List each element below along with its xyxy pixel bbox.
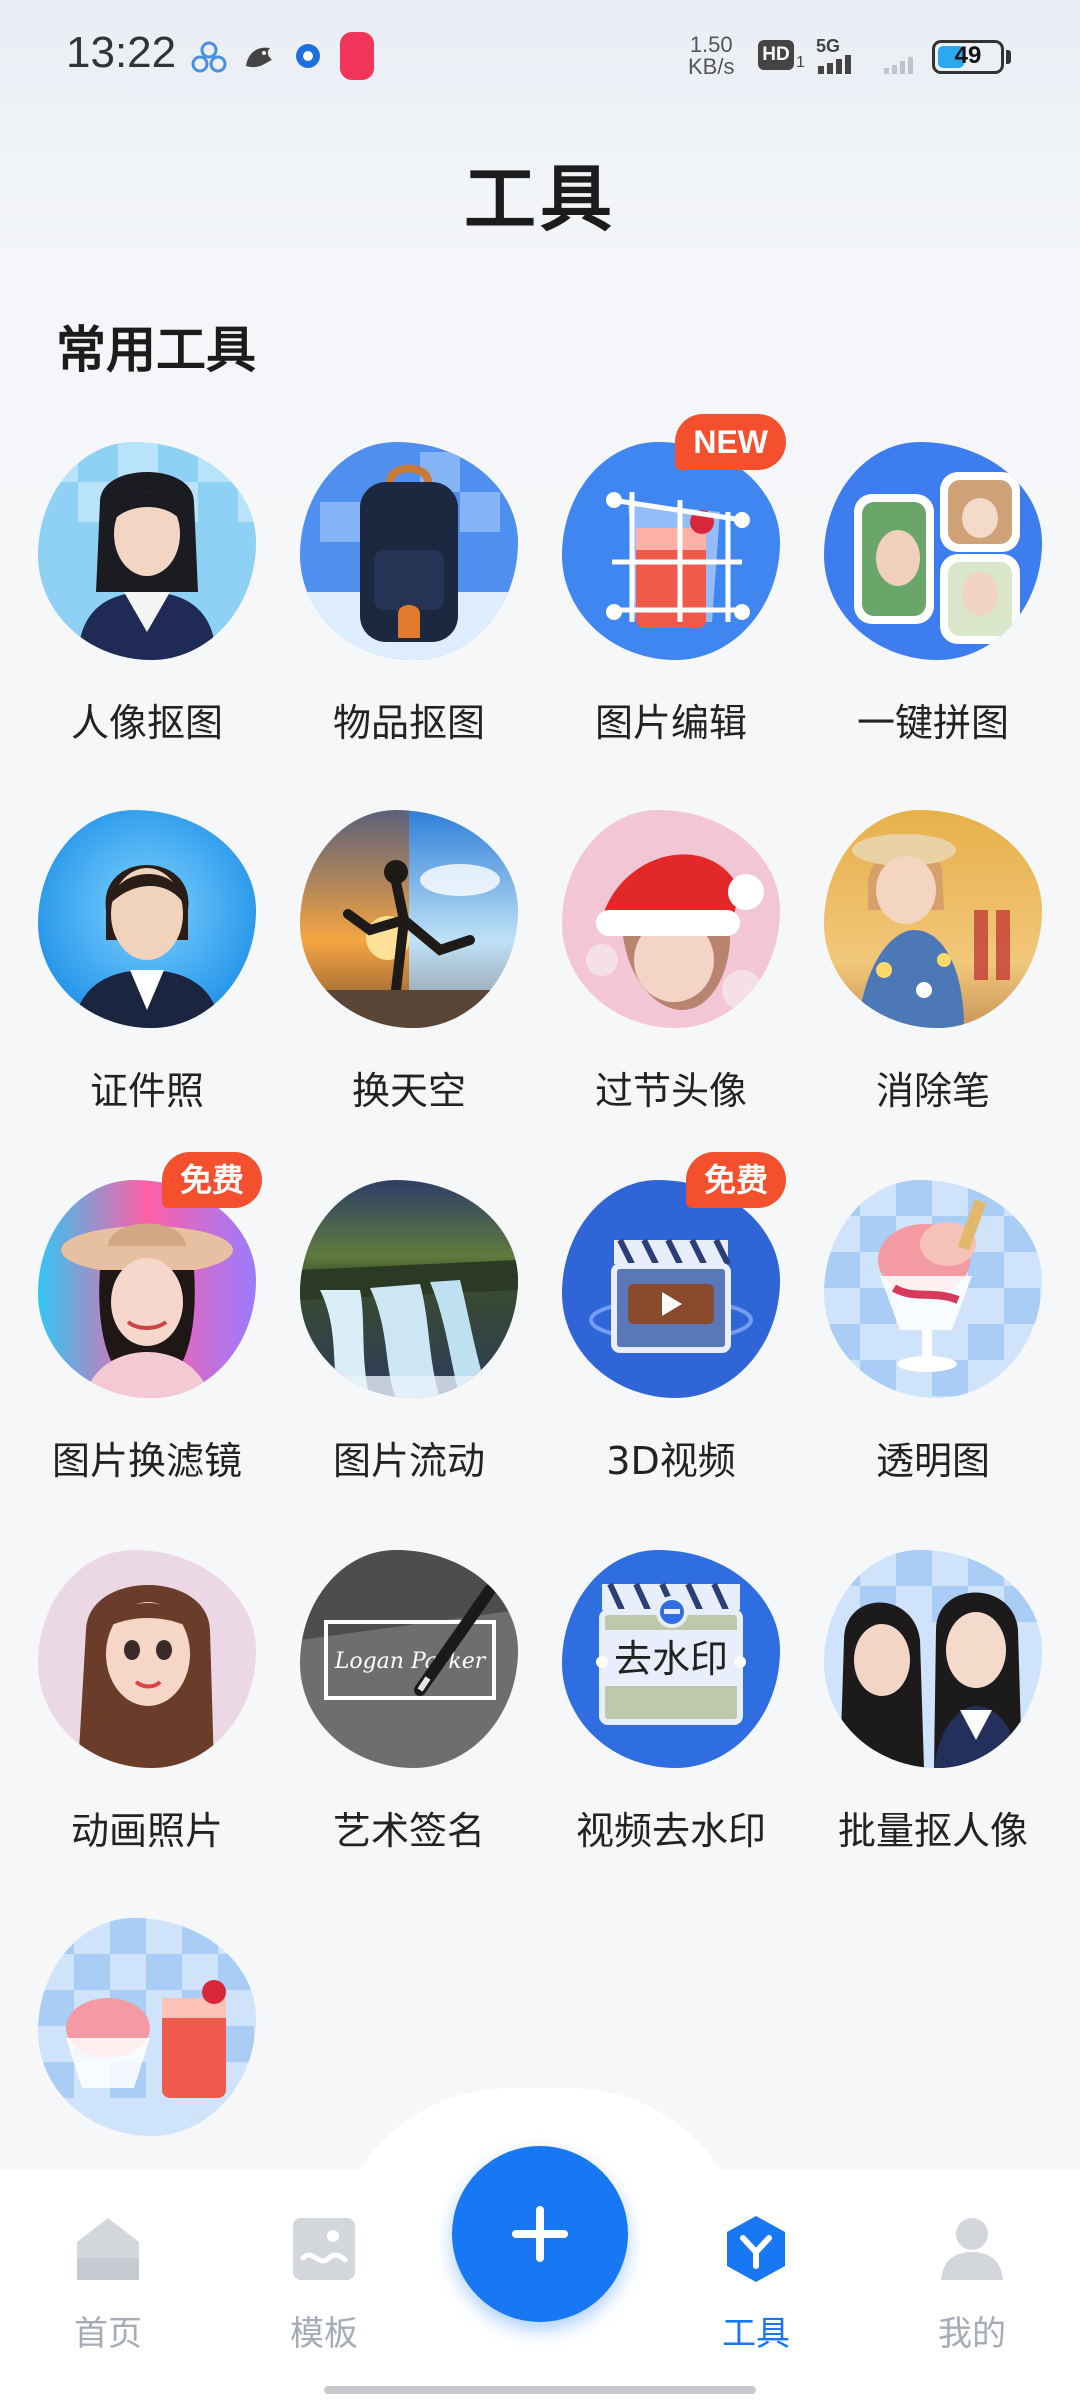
tool-filter[interactable]: 免费 图片换滤镜 — [0, 1152, 262, 1530]
red-pill-app-icon — [340, 32, 374, 80]
template-icon — [293, 2218, 355, 2280]
section-title: 常用工具 — [56, 321, 256, 379]
art-signature-icon: Logan Parker — [300, 1550, 518, 1768]
tool-label: 一键拼图 — [856, 701, 1009, 745]
new-badge: NEW — [675, 414, 786, 470]
filter-icon — [38, 1180, 256, 1398]
3d-video-icon — [562, 1180, 780, 1398]
tool-label: 图片流动 — [332, 1439, 485, 1483]
signature-text: Logan Parker — [334, 1649, 487, 1674]
tool-label: 消除笔 — [875, 1069, 990, 1113]
profile-icon — [941, 2218, 1003, 2280]
tool-label: 证件照 — [89, 1069, 204, 1113]
tool-label: 动画照片 — [70, 1809, 223, 1853]
nav-item-template[interactable]: 模板 — [244, 2214, 404, 2364]
tools-icon — [727, 2216, 785, 2282]
tool-label: 批量抠人像 — [837, 1809, 1028, 1853]
nav-label-profile: 我的 — [938, 2314, 1006, 2354]
circle-dot-icon — [296, 44, 320, 68]
tool-id-photo[interactable]: 证件照 — [0, 810, 262, 1160]
tool-label: 图片编辑 — [594, 701, 747, 745]
battery-cap — [1006, 50, 1011, 64]
nav-item-tools[interactable]: 工具 — [676, 2214, 836, 2364]
network-speed-value: 1.50 — [689, 32, 733, 57]
tool-label: 物品抠图 — [332, 701, 485, 745]
transparent-dessert-icon — [38, 1918, 256, 2136]
free-badge: 免费 — [685, 1152, 786, 1208]
tool-holiday-avatar[interactable]: 过节头像 — [524, 810, 786, 1160]
tool-3d-video[interactable]: 免费 3D视频 — [524, 1152, 786, 1530]
signal-2-icon — [884, 57, 913, 74]
status-time: 13:22 — [66, 28, 177, 77]
nav-label-home: 首页 — [74, 2314, 142, 2354]
video-watermark-remove-icon: 去水印 — [562, 1550, 780, 1768]
home-icon — [77, 2218, 139, 2280]
tool-video-watermark-remove[interactable]: 去水印 视频去水印 — [524, 1550, 786, 1900]
tool-label: 过节头像 — [594, 1069, 747, 1113]
eraser-pen-icon — [824, 810, 1042, 1028]
tool-collage[interactable]: 一键拼图 — [786, 442, 1048, 792]
hd-indicator: HD — [758, 40, 794, 70]
create-fab-button[interactable] — [452, 2146, 628, 2322]
nav-item-home[interactable]: 首页 — [28, 2214, 188, 2364]
bird-icon — [246, 47, 272, 68]
network-speed-unit: KB/s — [688, 54, 735, 79]
nav-label-tools: 工具 — [722, 2314, 790, 2354]
tool-label: 透明图 — [875, 1439, 990, 1483]
tool-art-signature[interactable]: Logan Parker 艺术签名 — [262, 1550, 524, 1900]
home-indicator[interactable] — [324, 2386, 756, 2394]
id-photo-icon — [38, 810, 256, 1028]
watermark-overlay-text: 去水印 — [614, 1637, 728, 1681]
transparent-image-icon — [824, 1180, 1042, 1398]
tool-transparent-image[interactable]: 透明图 — [786, 1180, 1048, 1530]
tool-object-cutout[interactable]: 物品抠图 — [262, 442, 524, 792]
image-flow-icon — [300, 1180, 518, 1398]
tool-label: 图片换滤镜 — [51, 1439, 242, 1483]
tool-label: 视频去水印 — [575, 1809, 766, 1853]
page-title: 工具 — [463, 157, 616, 241]
tool-portrait-cutout[interactable]: 人像抠图 — [0, 442, 262, 792]
network-speed: 1.50 KB/s — [688, 34, 734, 78]
battery-indicator: 49 — [932, 40, 1004, 74]
tool-sky-replace[interactable]: 换天空 — [262, 810, 524, 1160]
object-cutout-icon — [300, 442, 518, 660]
status-bar: 13:22 1.50 KB/s HD 1 5G 49 — [0, 0, 1080, 110]
multi-dot-app-icon — [191, 41, 227, 73]
holiday-avatar-icon — [562, 810, 780, 1028]
tool-animated-photo[interactable]: 动画照片 — [0, 1550, 262, 1900]
batch-portrait-cutout-icon — [824, 1550, 1042, 1768]
tool-image-edit[interactable]: NEW 图片编辑 — [524, 414, 786, 792]
sky-replace-icon — [300, 810, 518, 1028]
tool-label: 艺术签名 — [332, 1809, 485, 1853]
tool-eraser-pen[interactable]: 消除笔 — [786, 810, 1048, 1160]
tool-label: 人像抠图 — [70, 701, 223, 745]
signal-icon — [818, 55, 851, 74]
tool-image-flow[interactable]: 图片流动 — [262, 1180, 524, 1530]
battery-level-text: 49 — [954, 42, 982, 69]
tool-label: 3D视频 — [606, 1439, 736, 1483]
free-badge: 免费 — [161, 1152, 262, 1208]
sim-slot: 1 — [796, 54, 805, 71]
collage-icon — [824, 442, 1042, 660]
nav-item-profile[interactable]: 我的 — [892, 2214, 1052, 2364]
nav-label-template: 模板 — [290, 2314, 358, 2354]
plus-icon — [512, 2206, 568, 2262]
tool-label: 换天空 — [351, 1069, 466, 1113]
image-edit-icon — [562, 442, 780, 660]
portrait-cutout-icon — [38, 442, 256, 660]
animated-photo-icon — [38, 1550, 256, 1768]
tool-batch-portrait-cutout[interactable]: 批量抠人像 — [786, 1550, 1048, 1900]
